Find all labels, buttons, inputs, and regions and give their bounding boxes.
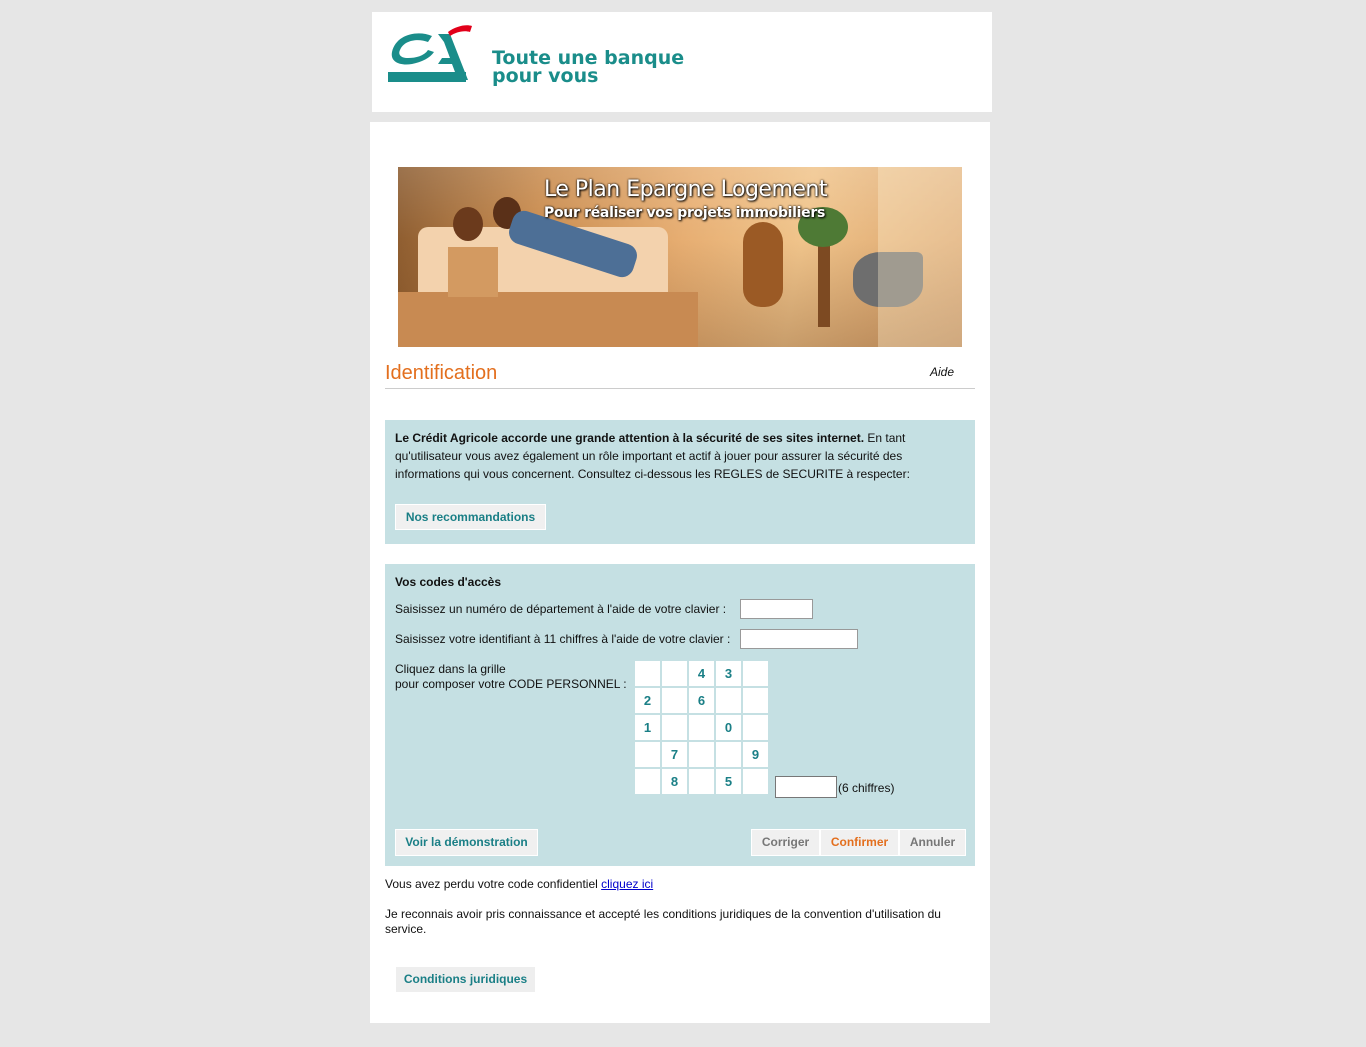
keypad-cell[interactable]: 0 [716,715,741,740]
title-divider [385,388,975,389]
main-panel: Le Plan Epargne Logement Pour réaliser v… [370,122,990,1023]
keypad-cell[interactable]: 6 [689,688,714,713]
help-link[interactable]: Aide [930,365,954,379]
confirm-button[interactable]: Confirmer [820,829,899,856]
identifier-input[interactable] [740,629,858,649]
keypad-cell[interactable]: 4 [689,661,714,686]
box-shape-2 [448,247,498,297]
box-shape [398,292,698,347]
keypad-cell[interactable] [635,661,660,686]
conditions-statement: Je reconnais avoir pris connaissance et … [385,907,941,936]
grid-instructions: Cliquez dans la grille pour composer vot… [395,662,627,692]
banner-title: Le Plan Epargne Logement [544,177,828,202]
grid-instructions-line1: Cliquez dans la grille [395,662,506,676]
lost-code-text: Vous avez perdu votre code confidentiel [385,877,602,891]
keypad-cell[interactable] [662,715,687,740]
keypad-cell[interactable] [689,715,714,740]
guitar-shape [743,222,783,307]
window-light-shape [878,167,962,347]
keypad-cell[interactable]: 1 [635,715,660,740]
tagline-line2: pour vous [492,65,599,87]
personal-code-input[interactable] [775,776,837,798]
keypad-cell[interactable] [743,769,768,794]
keypad-cell[interactable] [635,742,660,767]
keypad-cell[interactable] [635,769,660,794]
access-codes-panel: Vos codes d'accès Saisissez un numéro de… [385,564,975,866]
site-header: Toute une banque pour vous [372,12,992,112]
grid-instructions-line2: pour composer votre CODE PERSONNEL : [395,677,627,691]
credit-agricole-logo[interactable] [388,24,472,89]
department-label: Saisissez un numéro de département à l'a… [395,602,727,616]
brand-tagline: Toute une banque pour vous [492,49,684,87]
security-notice: Le Crédit Agricole accorde une grande at… [385,420,975,544]
security-bold-text: Le Crédit Agricole accorde une grande at… [395,431,865,445]
keypad-cell[interactable] [716,688,741,713]
keypad-cell[interactable]: 8 [662,769,687,794]
keypad-cell[interactable] [743,688,768,713]
keypad-cell[interactable] [662,661,687,686]
keypad-cell[interactable]: 3 [716,661,741,686]
department-input[interactable] [740,599,813,619]
legal-conditions-button[interactable]: Conditions juridiques [395,966,536,993]
lost-code-line: Vous avez perdu votre code confidentiel … [385,877,653,891]
keypad-cell[interactable]: 7 [662,742,687,767]
access-codes-heading: Vos codes d'accès [395,575,502,589]
banner-subtitle: Pour réaliser vos projets immobiliers [544,205,826,221]
correct-button[interactable]: Corriger [751,829,820,856]
keypad-cell[interactable] [743,661,768,686]
keypad-cell[interactable] [662,688,687,713]
demo-button[interactable]: Voir la démonstration [395,829,538,856]
keypad-cell[interactable] [689,769,714,794]
keypad-cell[interactable] [743,715,768,740]
keypad-cell[interactable]: 9 [743,742,768,767]
promo-banner[interactable]: Le Plan Epargne Logement Pour réaliser v… [398,167,962,347]
security-text: Le Crédit Agricole accorde une grande at… [395,429,955,483]
keypad-cell[interactable] [689,742,714,767]
keypad-cell[interactable] [716,742,741,767]
cancel-button[interactable]: Annuler [899,829,966,856]
recommendations-button[interactable]: Nos recommandations [395,504,546,530]
keypad-cell[interactable]: 5 [716,769,741,794]
lost-code-link[interactable]: cliquez ici [601,877,653,891]
keypad-cell[interactable]: 2 [635,688,660,713]
code-length-hint: (6 chiffres) [838,781,895,795]
identifier-label: Saisissez votre identifiant à 11 chiffre… [395,632,731,646]
person-head-shape [453,207,483,241]
identification-title: Identification [385,362,498,384]
